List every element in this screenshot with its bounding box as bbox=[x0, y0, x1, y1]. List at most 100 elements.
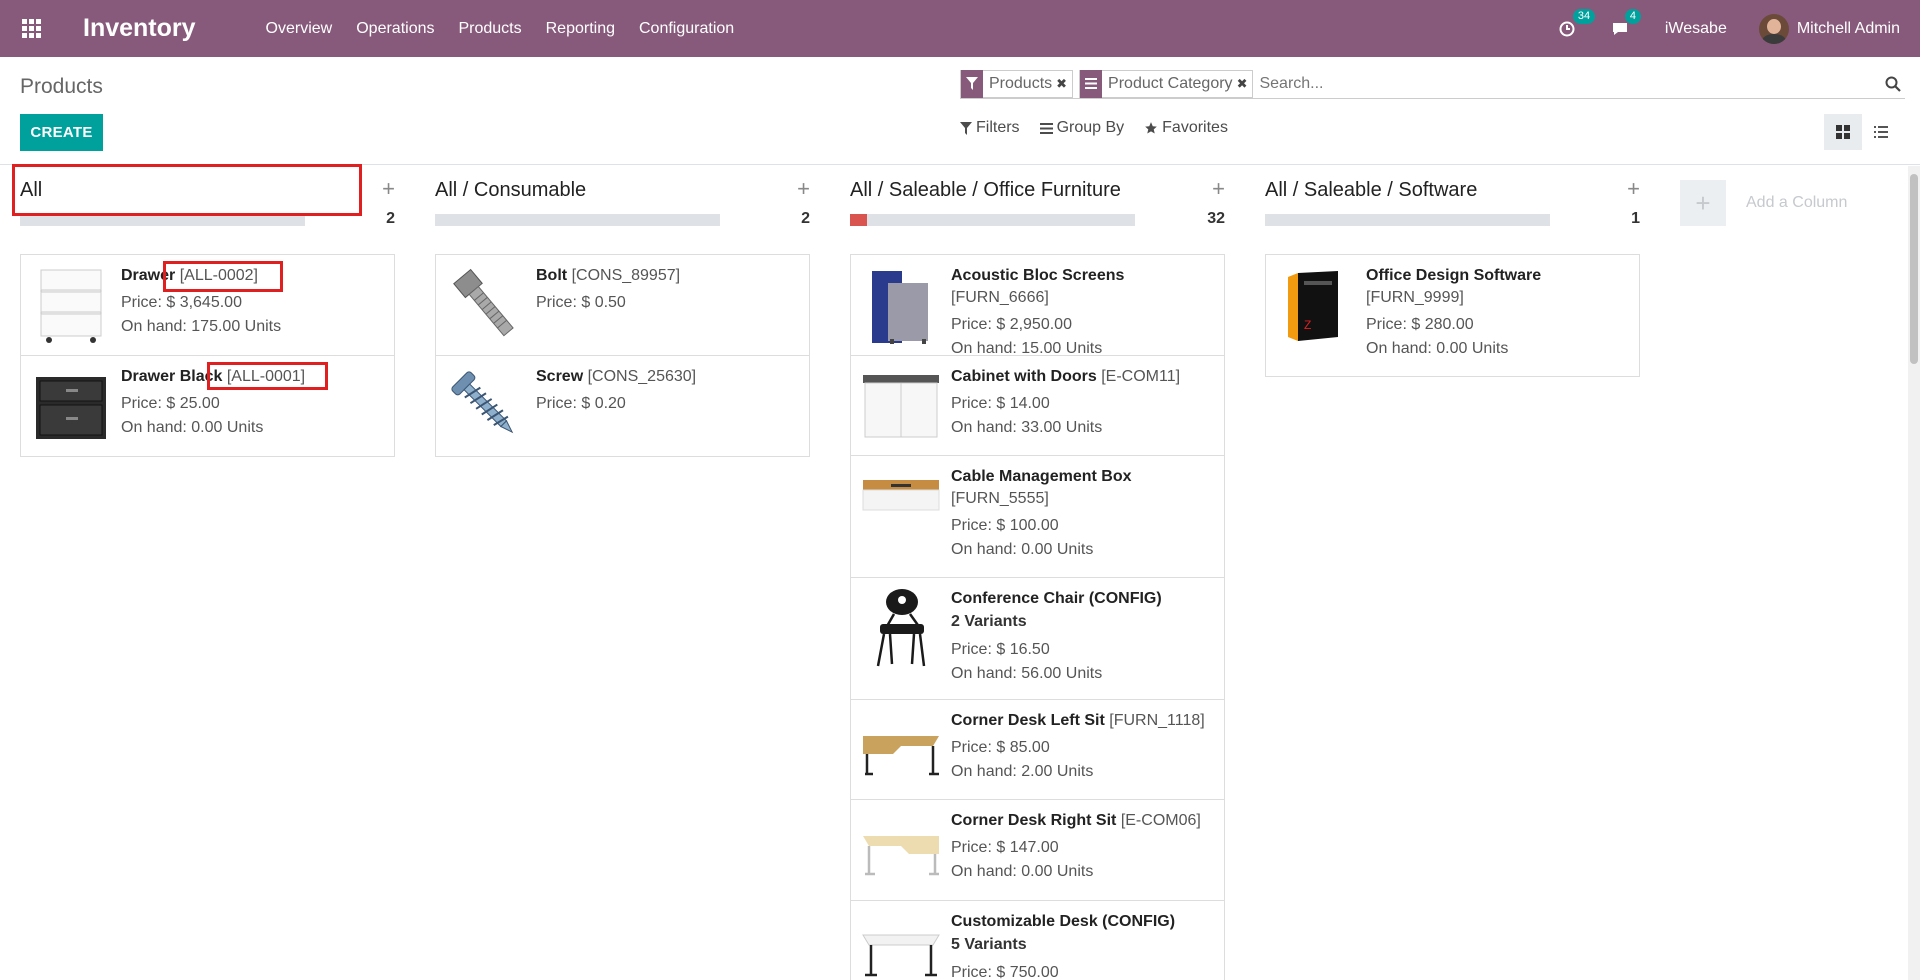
add-card-icon[interactable]: + bbox=[797, 176, 810, 202]
favorites-button[interactable]: Favorites bbox=[1144, 119, 1228, 137]
product-card[interactable]: Bolt [CONS_89957] Price: $ 0.50 bbox=[436, 255, 809, 356]
facet-product-category: Product Category ✖ bbox=[1079, 69, 1254, 98]
search-input[interactable] bbox=[1259, 70, 1881, 97]
product-image-cabinet bbox=[861, 366, 941, 446]
product-price: Price: $ 2,950.00 bbox=[951, 316, 1072, 333]
product-image-cable-box bbox=[861, 466, 941, 546]
product-card[interactable]: Screw [CONS_25630] Price: $ 0.20 bbox=[436, 356, 809, 456]
column-header[interactable]: All / Saleable / Office Furniture + 32 bbox=[850, 166, 1225, 238]
filter-icon bbox=[960, 121, 972, 135]
kanban-column-software: All / Saleable / Software + 1 Z Office D… bbox=[1265, 166, 1640, 377]
search-icon[interactable] bbox=[1881, 72, 1905, 96]
product-image-desk-right bbox=[861, 810, 941, 890]
product-price: Price: $ 750.00 bbox=[951, 964, 1059, 980]
close-icon[interactable]: ✖ bbox=[1237, 76, 1253, 92]
add-card-icon[interactable]: + bbox=[1627, 176, 1640, 202]
facet-label: Product Category bbox=[1108, 74, 1233, 92]
product-name: Customizable Desk (CONFIG) bbox=[951, 911, 1214, 933]
column-cards: Bolt [CONS_89957] Price: $ 0.50 Screw [C… bbox=[435, 254, 810, 457]
product-image-screw bbox=[446, 366, 526, 446]
column-header[interactable]: All / Consumable + 2 bbox=[435, 166, 810, 238]
product-name: Cabinet with Doors [E-COM11] bbox=[951, 366, 1214, 388]
product-price: Price: $ 25.00 bbox=[121, 395, 220, 412]
avatar bbox=[1758, 13, 1789, 44]
product-title: Office Design Software bbox=[1366, 267, 1542, 284]
menu-products[interactable]: Products bbox=[446, 0, 533, 57]
product-name: Corner Desk Left Sit [FURN_1118] bbox=[951, 710, 1214, 732]
list-icon bbox=[1874, 126, 1888, 138]
app-brand[interactable]: Inventory bbox=[83, 14, 196, 43]
user-menu[interactable]: Mitchell Admin bbox=[1758, 13, 1900, 44]
product-price: Price: $ 85.00 bbox=[951, 739, 1050, 756]
kanban-board: All + 2 Drawer [ALL-0002] Price: $ 3,645… bbox=[0, 166, 1920, 980]
product-on-hand: On hand: 33.00 Units bbox=[951, 419, 1103, 436]
product-title: Cabinet with Doors bbox=[951, 368, 1097, 385]
product-price: Price: $ 16.50 bbox=[951, 641, 1050, 658]
menu-configuration[interactable]: Configuration bbox=[627, 0, 746, 57]
view-switcher bbox=[1824, 114, 1900, 150]
scrollbar-thumb[interactable] bbox=[1910, 174, 1918, 364]
menu-reporting[interactable]: Reporting bbox=[534, 0, 627, 57]
activities-button[interactable]: 34 bbox=[1559, 8, 1596, 37]
product-card[interactable]: Corner Desk Left Sit [FURN_1118] Price: … bbox=[851, 700, 1224, 800]
search-options: Filters Group By Favorites bbox=[960, 119, 1248, 137]
product-image-desk-left bbox=[861, 710, 941, 790]
product-title: Customizable Desk (CONFIG) bbox=[951, 913, 1176, 930]
product-image-desk-custom bbox=[861, 911, 941, 980]
product-price: Price: $ 3,645.00 bbox=[121, 294, 242, 311]
menu-overview[interactable]: Overview bbox=[254, 0, 345, 57]
column-header[interactable]: All / Saleable / Software + 1 bbox=[1265, 166, 1640, 238]
product-price: Price: $ 0.50 bbox=[536, 294, 626, 311]
product-image-software-box: Z bbox=[1276, 265, 1356, 345]
product-card[interactable]: Z Office Design Software [FURN_9999] Pric… bbox=[1266, 255, 1639, 376]
column-count: 2 bbox=[386, 210, 395, 227]
product-reference: [E-COM11] bbox=[1101, 368, 1181, 385]
chat-icon bbox=[1612, 22, 1627, 35]
add-card-icon[interactable]: + bbox=[382, 176, 395, 202]
kanban-icon bbox=[1836, 125, 1850, 139]
add-column-button[interactable]: + Add a Column bbox=[1680, 180, 1847, 226]
product-name: Bolt [CONS_89957] bbox=[536, 265, 799, 287]
product-price: Price: $ 147.00 bbox=[951, 839, 1059, 856]
product-title: Acoustic Bloc Screens bbox=[951, 267, 1125, 284]
apps-menu-icon[interactable] bbox=[0, 0, 62, 57]
kanban-column-office-furniture: All / Saleable / Office Furniture + 32 A… bbox=[850, 166, 1225, 980]
kanban-view-button[interactable] bbox=[1824, 114, 1862, 150]
group-by-button[interactable]: Group By bbox=[1039, 119, 1124, 137]
product-variants: 5 Variants bbox=[951, 936, 1027, 953]
svg-text:Z: Z bbox=[1304, 318, 1311, 332]
close-icon[interactable]: ✖ bbox=[1056, 76, 1072, 92]
product-card[interactable]: Conference Chair (CONFIG) 2 Variants Pri… bbox=[851, 578, 1224, 700]
filters-button[interactable]: Filters bbox=[960, 119, 1020, 137]
product-image-black-drawer bbox=[31, 366, 111, 446]
add-card-icon[interactable]: + bbox=[1212, 176, 1225, 202]
product-reference: [FURN_5555] bbox=[951, 490, 1049, 507]
product-title: Corner Desk Left Sit bbox=[951, 712, 1105, 729]
column-title: All / Saleable / Software bbox=[1265, 179, 1478, 201]
column-count: 2 bbox=[801, 210, 810, 227]
product-card[interactable]: Customizable Desk (CONFIG) 5 Variants Pr… bbox=[851, 901, 1224, 980]
product-title: Corner Desk Right Sit bbox=[951, 812, 1117, 829]
product-reference: [E-COM06] bbox=[1120, 812, 1201, 829]
menu-operations[interactable]: Operations bbox=[344, 0, 446, 57]
product-title: Bolt bbox=[536, 267, 568, 284]
product-price: Price: $ 14.00 bbox=[951, 395, 1050, 412]
product-card[interactable]: Acoustic Bloc Screens [FURN_6666] Price:… bbox=[851, 255, 1224, 357]
product-card[interactable]: Corner Desk Right Sit [E-COM06] Price: $… bbox=[851, 800, 1224, 901]
product-price: Price: $ 280.00 bbox=[1366, 316, 1474, 333]
product-price: Price: $ 100.00 bbox=[951, 517, 1059, 534]
highlight-box bbox=[12, 164, 362, 216]
main-menu: Overview Operations Products Reporting C… bbox=[254, 0, 747, 57]
column-progress-bar bbox=[435, 214, 720, 226]
create-button[interactable]: CREATE bbox=[20, 114, 103, 151]
messages-button[interactable]: 4 bbox=[1611, 8, 1641, 37]
highlight-box bbox=[207, 362, 328, 390]
product-image-bolt bbox=[446, 265, 526, 345]
company-switcher[interactable]: iWesabe bbox=[1665, 20, 1727, 38]
product-card[interactable]: Cabinet with Doors [E-COM11] Price: $ 14… bbox=[851, 356, 1224, 456]
messages-badge: 4 bbox=[1624, 8, 1641, 24]
vertical-scrollbar[interactable] bbox=[1908, 166, 1920, 980]
top-navbar: Inventory Overview Operations Products R… bbox=[0, 0, 1920, 57]
product-card[interactable]: Cable Management Box [FURN_5555] Price: $… bbox=[851, 456, 1224, 578]
list-view-button[interactable] bbox=[1862, 114, 1900, 150]
